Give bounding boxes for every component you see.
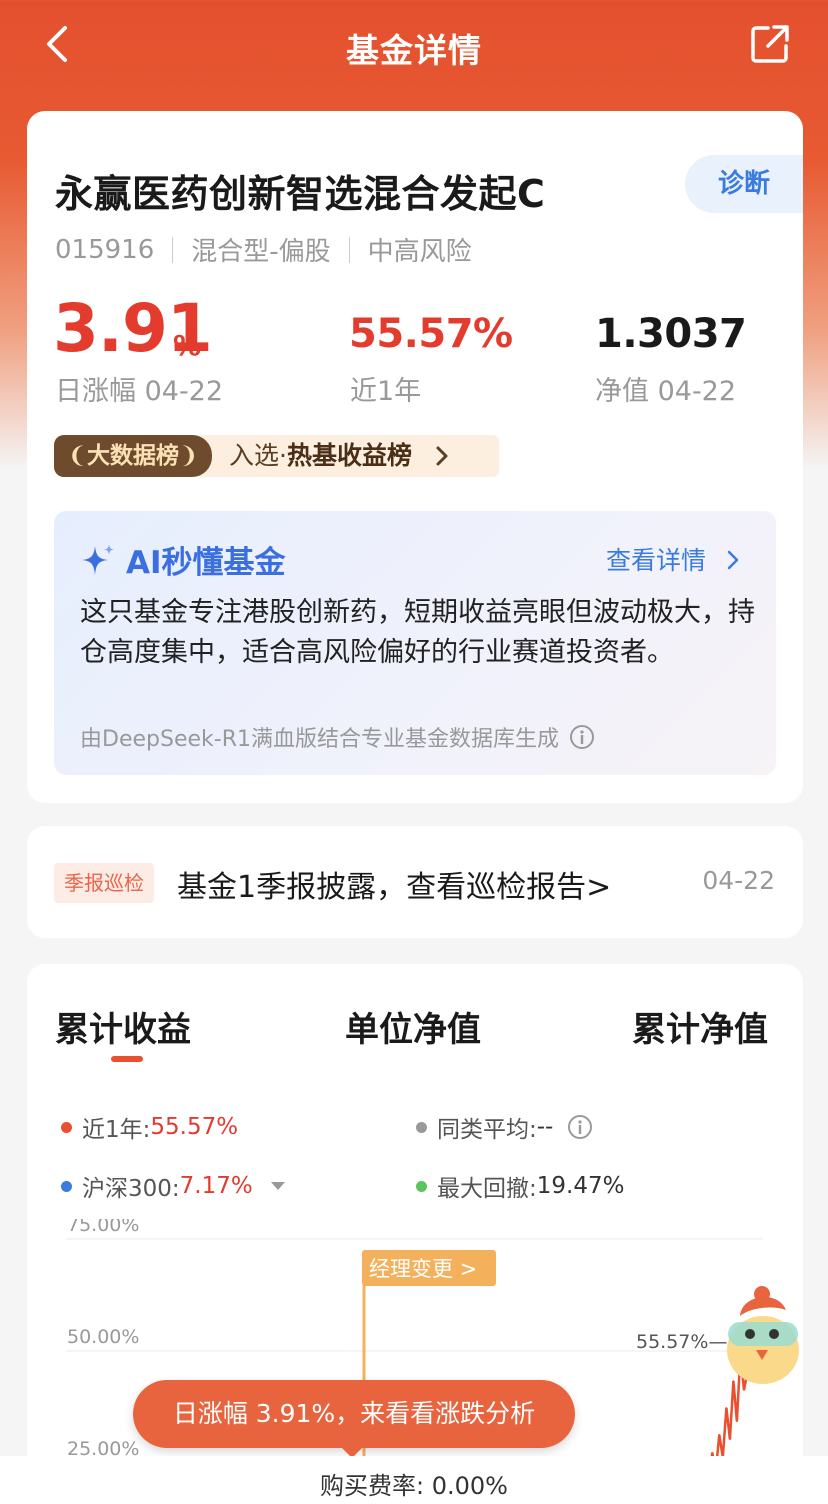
dropdown-caret-icon[interactable]: [270, 1182, 285, 1190]
change-analysis-button[interactable]: 日涨幅 3.91%，来看看涨跌分析: [133, 1380, 575, 1448]
fund-summary-card: 永赢医药创新智选混合发起C 诊断 015916 混合型-偏股 中高风险 3.91…: [27, 111, 803, 803]
legend-peer-value: --: [536, 1114, 554, 1140]
ai-details-label: 查看详情: [606, 546, 707, 575]
top-nav-bar: 基金详情: [0, 0, 828, 96]
legend-drawdown: 最大回撤: 19.47%: [416, 1169, 624, 1203]
fund-name: 永赢医药创新智选混合发起C: [55, 172, 546, 216]
legend-dot: [416, 1180, 427, 1192]
fund-code: 015916: [55, 234, 155, 265]
laurel-left-icon: ❨: [67, 443, 87, 469]
fund-type: 混合型-偏股: [191, 237, 331, 267]
tab-cumulative-return[interactable]: 累计收益: [55, 1002, 191, 1051]
nav-value: 1.3037: [595, 311, 747, 357]
legend-fund-value: 55.57%: [150, 1114, 239, 1140]
info-icon[interactable]: [569, 724, 595, 750]
year-return-label: 近1年: [350, 376, 422, 407]
active-tab-indicator: [111, 1056, 143, 1062]
legend-dot: [416, 1121, 427, 1133]
rank-badge: ❨大数据榜❩: [54, 435, 212, 477]
ai-summary-panel: AI秒懂基金 查看详情 这只基金专注港股创新药，短期收益亮眼但波动极大，持仓高度…: [54, 511, 776, 775]
data-point: [725, 1407, 728, 1409]
legend-fund: 近1年: 55.57%: [61, 1110, 238, 1144]
manager-change-label: 经理变更 >: [369, 1257, 477, 1281]
legend-drawdown-label: 最大回撤:: [437, 1176, 537, 1202]
diagnose-button[interactable]: 诊断: [685, 155, 803, 213]
purchase-fee-text: 购买费率: 0.00%: [320, 1472, 508, 1500]
daily-change-label: 日涨幅 04-22: [55, 376, 224, 407]
legend-index-value: 7.17%: [179, 1173, 253, 1199]
legend-peer-label: 同类平均:: [437, 1117, 537, 1143]
year-return-value: 55.57%: [349, 311, 513, 357]
ai-footnote: 由DeepSeek-R1满血版结合专业基金数据库生成: [80, 721, 595, 753]
tab-unit-nav[interactable]: 单位净值: [345, 1002, 481, 1051]
data-point: [711, 1451, 714, 1454]
purchase-fee-bar: 购买费率: 0.00%: [0, 1456, 828, 1504]
legend-index-label: 沪深300:: [82, 1176, 180, 1202]
fund-meta: 015916 混合型-偏股 中高风险: [55, 231, 472, 268]
rank-badge-label: 大数据榜: [87, 443, 179, 469]
tab-cumulative-nav[interactable]: 累计净值: [632, 1002, 768, 1051]
legend-dot: [61, 1180, 72, 1192]
report-tag: 季报巡检: [54, 863, 154, 903]
legend-fund-label: 近1年:: [82, 1117, 151, 1143]
chevron-right-icon: [436, 446, 448, 466]
data-point: [736, 1420, 738, 1423]
legend-dot: [61, 1121, 72, 1133]
rank-list-link[interactable]: 入选·热基收益榜: [187, 435, 499, 477]
rank-name: 热基收益榜: [286, 441, 412, 470]
chevron-right-icon: [727, 550, 739, 570]
page-title: 基金详情: [346, 31, 482, 70]
laurel-right-icon: ❩: [179, 443, 199, 469]
ai-title: AI秒懂基金: [80, 537, 286, 582]
report-date: 04-22: [702, 866, 775, 895]
legend-index[interactable]: 沪深300: 7.17%: [61, 1169, 285, 1203]
ai-footnote-text: 由DeepSeek-R1满血版结合专业基金数据库生成: [80, 727, 559, 752]
y-tick-label: 50.00%: [67, 1326, 139, 1348]
y-tick-label: 75.00%: [67, 1219, 139, 1236]
rank-prefix: 入选·: [229, 441, 287, 470]
report-link[interactable]: 基金1季报披露，查看巡检报告>: [177, 862, 611, 906]
ai-details-link[interactable]: 查看详情: [606, 541, 742, 577]
ai-summary-text: 这只基金专注港股创新药，短期收益亮眼但波动极大，持仓高度集中，适合高风险偏好的行…: [80, 597, 755, 668]
daily-change-unit: %: [173, 329, 202, 362]
data-point: [718, 1434, 721, 1436]
info-icon[interactable]: [567, 1114, 593, 1140]
divider: [348, 236, 350, 263]
data-point: [729, 1438, 731, 1440]
legend-drawdown-value: 19.47%: [536, 1173, 625, 1199]
sparkle-icon: [82, 543, 114, 575]
fund-risk: 中高风险: [367, 237, 472, 267]
share-icon[interactable]: [748, 22, 792, 66]
divider: [172, 236, 174, 263]
ai-title-text: AI秒懂基金: [126, 545, 286, 581]
end-value-label: 55.57%—: [636, 1331, 727, 1353]
mascot-chick-icon[interactable]: [718, 1280, 808, 1390]
quarterly-report-card[interactable]: 季报巡检 基金1季报披露，查看巡检报告> 04-22: [27, 826, 803, 938]
nav-label: 净值 04-22: [595, 376, 737, 407]
legend-peer: 同类平均: --: [416, 1110, 593, 1144]
